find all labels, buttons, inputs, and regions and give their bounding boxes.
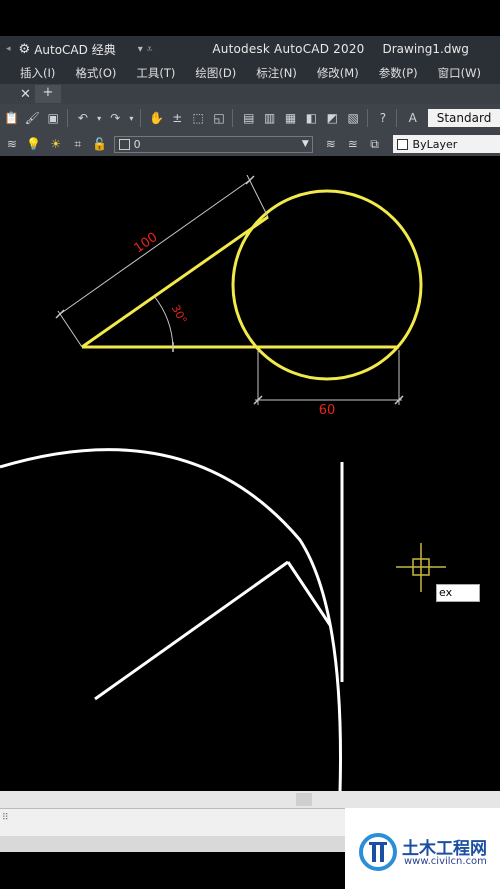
file-tab-bar: ✕ + <box>0 84 500 104</box>
block-editor-icon[interactable]: ▣ <box>44 108 63 128</box>
yellow-circle[interactable] <box>231 189 423 381</box>
status-bar <box>0 836 345 852</box>
standard-toolbar: 📋 🖌 ▣ ↶ ▾ ↷ ▾ ✋ ± ⬚ ◱ ▤ ▥ ▦ ◧ ◩ ▧ ? A St… <box>0 104 500 132</box>
menu-format[interactable]: 格式(O) <box>75 65 116 81</box>
zoom-realtime-icon[interactable]: ± <box>168 108 187 128</box>
text-style-select[interactable]: Standard <box>428 109 500 127</box>
extension-line <box>57 310 83 348</box>
redo-icon[interactable]: ↷ <box>106 108 125 128</box>
drawing-canvas[interactable]: 100 30° 60 <box>0 156 500 791</box>
menu-bar: 插入(I) 格式(O) 工具(T) 绘图(D) 标注(N) 修改(M) 参数(P… <box>0 62 500 84</box>
lightbulb-icon[interactable]: 💡 <box>24 134 44 154</box>
paste-icon[interactable]: 📋 <box>2 108 21 128</box>
layer-select[interactable]: 0 ▼ <box>113 135 313 153</box>
dimension-line-100 <box>59 179 251 315</box>
calculator-icon[interactable]: ▧ <box>344 108 363 128</box>
color-swatch <box>396 138 408 150</box>
redo-chevron-icon[interactable]: ▾ <box>127 108 136 128</box>
unlock-icon[interactable]: 🔓 <box>90 134 110 154</box>
layer-properties-icon[interactable]: ≋ <box>2 134 22 154</box>
horizontal-scrollbar[interactable] <box>0 791 500 808</box>
properties-icon[interactable]: ▤ <box>239 108 258 128</box>
toolbar-divider <box>232 109 234 127</box>
menu-window[interactable]: 窗口(W) <box>438 65 481 81</box>
title-bar: ◂ ⚙ AutoCAD 经典 ▾ ⩡ Autodesk AutoCAD 2020… <box>0 36 500 62</box>
new-tab-plus-icon[interactable]: + <box>34 85 61 103</box>
menu-draw[interactable]: 绘图(D) <box>195 65 236 81</box>
toolbar-divider <box>366 109 368 127</box>
color-select[interactable]: ByLayer <box>392 135 500 153</box>
match-properties-icon[interactable]: 🖌 <box>23 108 42 128</box>
text-style-icon[interactable]: A <box>403 108 422 128</box>
dynamic-input-field[interactable]: ex <box>436 584 480 602</box>
yellow-tangent-line[interactable] <box>81 215 269 349</box>
toolbar-divider <box>396 109 398 127</box>
chevron-down-icon: ▼ <box>301 139 309 149</box>
dimension-tick <box>245 175 255 185</box>
extension-line <box>246 174 269 218</box>
undo-chevron-icon[interactable]: ▾ <box>94 108 103 128</box>
toolbar-divider <box>140 109 142 127</box>
layers-toolbar: ≋ 💡 ☀ ⌗ 🔓 0 ▼ ≋ ≊ ⧉ ByLayer <box>0 132 500 156</box>
help-icon[interactable]: ? <box>374 108 393 128</box>
workspace-switcher[interactable]: ◂ ⚙ AutoCAD 经典 ▾ ⩡ <box>6 41 152 58</box>
layer-states-icon[interactable]: ⧉ <box>365 134 385 154</box>
scrollbar-thumb[interactable] <box>296 793 312 806</box>
make-current-layer-icon[interactable]: ≋ <box>321 134 341 154</box>
workspace-label: AutoCAD 经典 <box>34 42 116 57</box>
close-icon[interactable]: ✕ <box>20 87 31 102</box>
menu-modify[interactable]: 修改(M) <box>317 65 359 81</box>
dimension-text-diameter: 60 <box>319 403 336 418</box>
pan-icon[interactable]: ✋ <box>147 108 166 128</box>
customize-icon[interactable]: ⩡ <box>147 44 153 55</box>
menu-dimension[interactable]: 标注(N) <box>256 65 297 81</box>
viewport-freeze-icon[interactable]: ⌗ <box>68 134 88 154</box>
sheet-set-icon[interactable]: ◧ <box>302 108 321 128</box>
layer-name: 0 <box>133 137 141 151</box>
zoom-window-icon[interactable]: ⬚ <box>189 108 208 128</box>
undo-icon[interactable]: ↶ <box>74 108 93 128</box>
white-line[interactable] <box>94 560 289 701</box>
dimension-tick <box>55 309 65 319</box>
sun-icon[interactable]: ☀ <box>46 134 66 154</box>
chevron-down-icon[interactable]: ▾ <box>138 44 143 55</box>
menu-tools[interactable]: 工具(T) <box>136 65 175 81</box>
zoom-previous-icon[interactable]: ◱ <box>210 108 229 128</box>
layer-color-swatch <box>118 138 130 150</box>
app-title: Autodesk AutoCAD 2020 <box>212 42 365 56</box>
color-value: ByLayer <box>412 137 458 151</box>
command-grip-icon: ⠿ <box>2 813 9 823</box>
markup-icon[interactable]: ◩ <box>323 108 342 128</box>
toolbar-divider <box>66 109 68 127</box>
watermark-url: www.civilcn.com <box>404 856 487 867</box>
menu-parametric[interactable]: 参数(P) <box>379 65 418 81</box>
angle-arc <box>153 295 174 348</box>
document-name: Drawing1.dwg <box>382 42 469 56</box>
layer-previous-icon[interactable]: ≊ <box>343 134 363 154</box>
quick-access-arrow-icon: ◂ <box>6 44 11 54</box>
white-arc[interactable] <box>0 448 342 791</box>
menu-insert[interactable]: 插入(I) <box>20 65 55 81</box>
design-center-icon[interactable]: ▥ <box>260 108 279 128</box>
watermark-logo-icon <box>359 833 397 871</box>
dimension-text-length: 100 <box>132 230 161 257</box>
dimension-text-angle: 30° <box>169 303 190 326</box>
tool-palettes-icon[interactable]: ▦ <box>281 108 300 128</box>
gear-icon: ⚙ <box>18 41 31 57</box>
